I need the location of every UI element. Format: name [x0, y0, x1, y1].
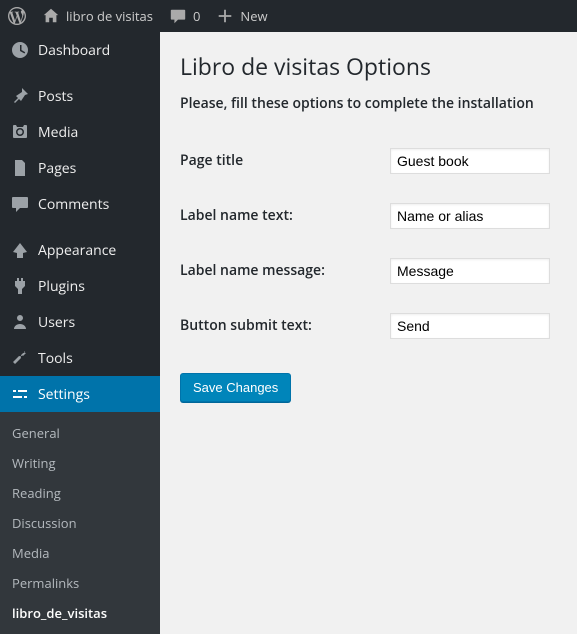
page-icon [10, 158, 30, 178]
submenu-item-reading[interactable]: Reading [0, 478, 160, 508]
sidebar-item-label: Pages [38, 159, 76, 178]
sidebar-item-label: Plugins [38, 277, 85, 296]
sidebar-item-label: Settings [38, 385, 90, 404]
label-name-text: Label name text: [180, 188, 390, 243]
submenu-item-permalinks[interactable]: Permalinks [0, 568, 160, 598]
dashboard-icon [10, 40, 30, 60]
wordpress-icon [8, 7, 26, 25]
home-icon [42, 7, 60, 25]
admin-topbar: libro de visitas 0 New [0, 0, 577, 32]
media-icon [10, 122, 30, 142]
sidebar-item-label: Media [38, 123, 78, 142]
sidebar-item-label: Appearance [38, 241, 116, 260]
users-icon [10, 312, 30, 332]
sidebar-item-dashboard[interactable]: Dashboard [0, 32, 160, 68]
sidebar-item-label: Posts [38, 87, 73, 106]
sidebar-item-posts[interactable]: Posts [0, 78, 160, 114]
sidebar-item-tools[interactable]: Tools [0, 340, 160, 376]
topbar-comments[interactable]: 0 [161, 0, 208, 32]
main-content: Libro de visitas Options Please, fill th… [160, 32, 577, 551]
settings-icon [10, 384, 30, 404]
settings-submenu: General Writing Reading Discussion Media… [0, 412, 160, 634]
sidebar-item-media[interactable]: Media [0, 114, 160, 150]
label-submit-text: Button submit text: [180, 298, 390, 353]
page-subtitle: Please, fill these options to complete t… [180, 94, 557, 113]
pin-icon [10, 86, 30, 106]
label-name-message: Label name message: [180, 243, 390, 298]
comment-icon [169, 7, 187, 25]
sidebar-item-appearance[interactable]: Appearance [0, 232, 160, 268]
label-page-title: Page title [180, 133, 390, 188]
input-submit-text[interactable] [390, 313, 550, 339]
topbar-comments-count: 0 [193, 7, 200, 25]
appearance-icon [10, 240, 30, 260]
topbar-new-label: New [240, 7, 267, 25]
sidebar-item-comments[interactable]: Comments [0, 186, 160, 222]
sidebar-item-pages[interactable]: Pages [0, 150, 160, 186]
input-name-message[interactable] [390, 258, 550, 284]
settings-form-table: Page title Label name text: Label name m… [180, 133, 557, 353]
tools-icon [10, 348, 30, 368]
input-name-text[interactable] [390, 203, 550, 229]
sidebar-item-label: Comments [38, 195, 109, 214]
save-changes-button[interactable]: Save Changes [180, 373, 291, 402]
submenu-item-writing[interactable]: Writing [0, 448, 160, 478]
submenu-item-discussion[interactable]: Discussion [0, 508, 160, 538]
sidebar-item-label: Dashboard [38, 41, 110, 60]
sidebar-item-label: Users [38, 313, 75, 332]
topbar-wp-logo[interactable] [0, 0, 34, 32]
topbar-new[interactable]: New [208, 0, 275, 32]
topbar-site-link[interactable]: libro de visitas [34, 0, 161, 32]
sidebar-item-label: Tools [38, 349, 73, 368]
plus-icon [216, 7, 234, 25]
sidebar-item-settings[interactable]: Settings [0, 376, 160, 412]
sidebar-item-users[interactable]: Users [0, 304, 160, 340]
topbar-site-name: libro de visitas [66, 7, 153, 25]
input-page-title[interactable] [390, 148, 550, 174]
sidebar-item-plugins[interactable]: Plugins [0, 268, 160, 304]
page-title: Libro de visitas Options [180, 50, 557, 82]
plugins-icon [10, 276, 30, 296]
admin-sidebar: Dashboard Posts Media Pages Comments App… [0, 32, 160, 551]
submenu-item-libro-de-visitas[interactable]: libro_de_visitas [0, 598, 160, 628]
submenu-item-media[interactable]: Media [0, 538, 160, 568]
comments-icon [10, 194, 30, 214]
submenu-item-general[interactable]: General [0, 418, 160, 448]
